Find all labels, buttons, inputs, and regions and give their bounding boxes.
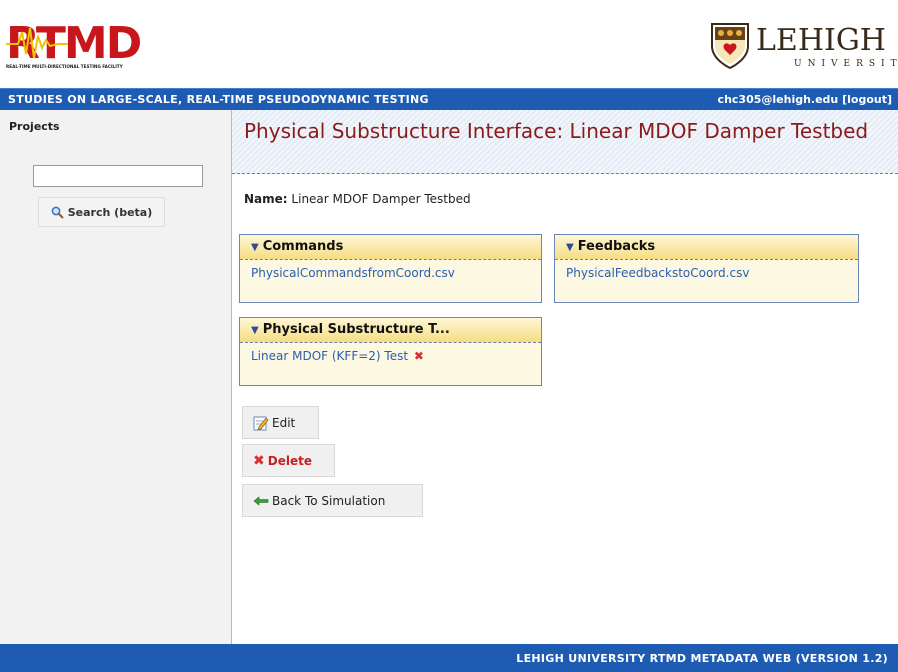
lehigh-sub: UNIVERSITY: [794, 59, 898, 69]
main-content: Physical Substructure Interface: Linear …: [232, 110, 898, 644]
commands-file-link[interactable]: PhysicalCommandsfromCoord.csv: [251, 266, 455, 280]
search-input[interactable]: [33, 165, 203, 187]
lehigh-name: LEHIGH: [756, 23, 886, 58]
footer: LEHIGH UNIVERSITY RTMD METADATA WEB (VER…: [0, 644, 898, 672]
tests-panel-title: Physical Substructure T...: [262, 322, 450, 337]
collapse-triangle-icon: ▼: [251, 242, 259, 253]
logo-subtitle: REAL-TIME MULTI-DIRECTIONAL TESTING FACI…: [6, 64, 124, 69]
name-value: Linear MDOF Damper Testbed: [291, 192, 471, 206]
svg-text:RTMD: RTMD: [6, 18, 141, 69]
feedbacks-panel: ▼ Feedbacks PhysicalFeedbackstoCoord.csv: [554, 234, 859, 303]
test-link[interactable]: Linear MDOF (KFF=2) Test: [251, 349, 408, 363]
user-logout-link[interactable]: chc305@lehigh.edu [logout]: [718, 93, 892, 106]
feedbacks-panel-header[interactable]: ▼ Feedbacks: [555, 235, 858, 260]
header: RTMD REAL-TIME MULTI-DIRECTIONAL TESTING…: [0, 0, 898, 88]
sidebar: Projects Search (beta): [0, 110, 232, 644]
edit-button[interactable]: Edit: [242, 406, 319, 439]
arrow-left-icon: [253, 495, 269, 506]
page-title: Physical Substructure Interface: Linear …: [232, 110, 898, 174]
remove-test-icon[interactable]: ✖: [414, 349, 424, 363]
collapse-triangle-icon: ▼: [251, 325, 259, 336]
site-tagline: STUDIES ON LARGE-SCALE, REAL-TIME PSEUDO…: [8, 93, 429, 106]
name-line: Name: Linear MDOF Damper Testbed: [244, 192, 471, 206]
search-button-label: Search (beta): [67, 205, 153, 219]
commands-panel: ▼ Commands PhysicalCommandsfromCoord.csv: [239, 234, 542, 303]
feedbacks-panel-title: Feedbacks: [577, 239, 656, 254]
tests-panel-header[interactable]: ▼ Physical Substructure T...: [240, 318, 541, 343]
back-button-label: Back To Simulation: [272, 493, 386, 508]
magnifier-icon: [51, 206, 64, 219]
commands-panel-header[interactable]: ▼ Commands: [240, 235, 541, 260]
feedbacks-file-link[interactable]: PhysicalFeedbackstoCoord.csv: [566, 266, 749, 280]
projects-heading: Projects: [9, 120, 60, 133]
back-to-simulation-button[interactable]: Back To Simulation: [242, 484, 423, 517]
collapse-triangle-icon: ▼: [566, 242, 574, 253]
physical-substructure-tests-panel: ▼ Physical Substructure T... Linear MDOF …: [239, 317, 542, 386]
edit-button-label: Edit: [272, 415, 296, 430]
rtmd-logo[interactable]: RTMD REAL-TIME MULTI-DIRECTIONAL TESTING…: [4, 18, 168, 70]
top-bar: STUDIES ON LARGE-SCALE, REAL-TIME PSEUDO…: [0, 88, 898, 110]
footer-text: LEHIGH UNIVERSITY RTMD METADATA WEB (VER…: [516, 652, 888, 665]
search-button[interactable]: Search (beta): [38, 197, 165, 227]
delete-button[interactable]: ✖ Delete: [242, 444, 335, 477]
delete-button-label: Delete: [267, 453, 312, 468]
lehigh-university-logo[interactable]: LEHIGH UNIVERSITY: [708, 16, 898, 72]
edit-pencil-icon: [253, 416, 269, 430]
commands-panel-title: Commands: [262, 239, 344, 254]
name-label: Name:: [244, 192, 288, 206]
delete-x-icon: ✖: [253, 452, 265, 469]
